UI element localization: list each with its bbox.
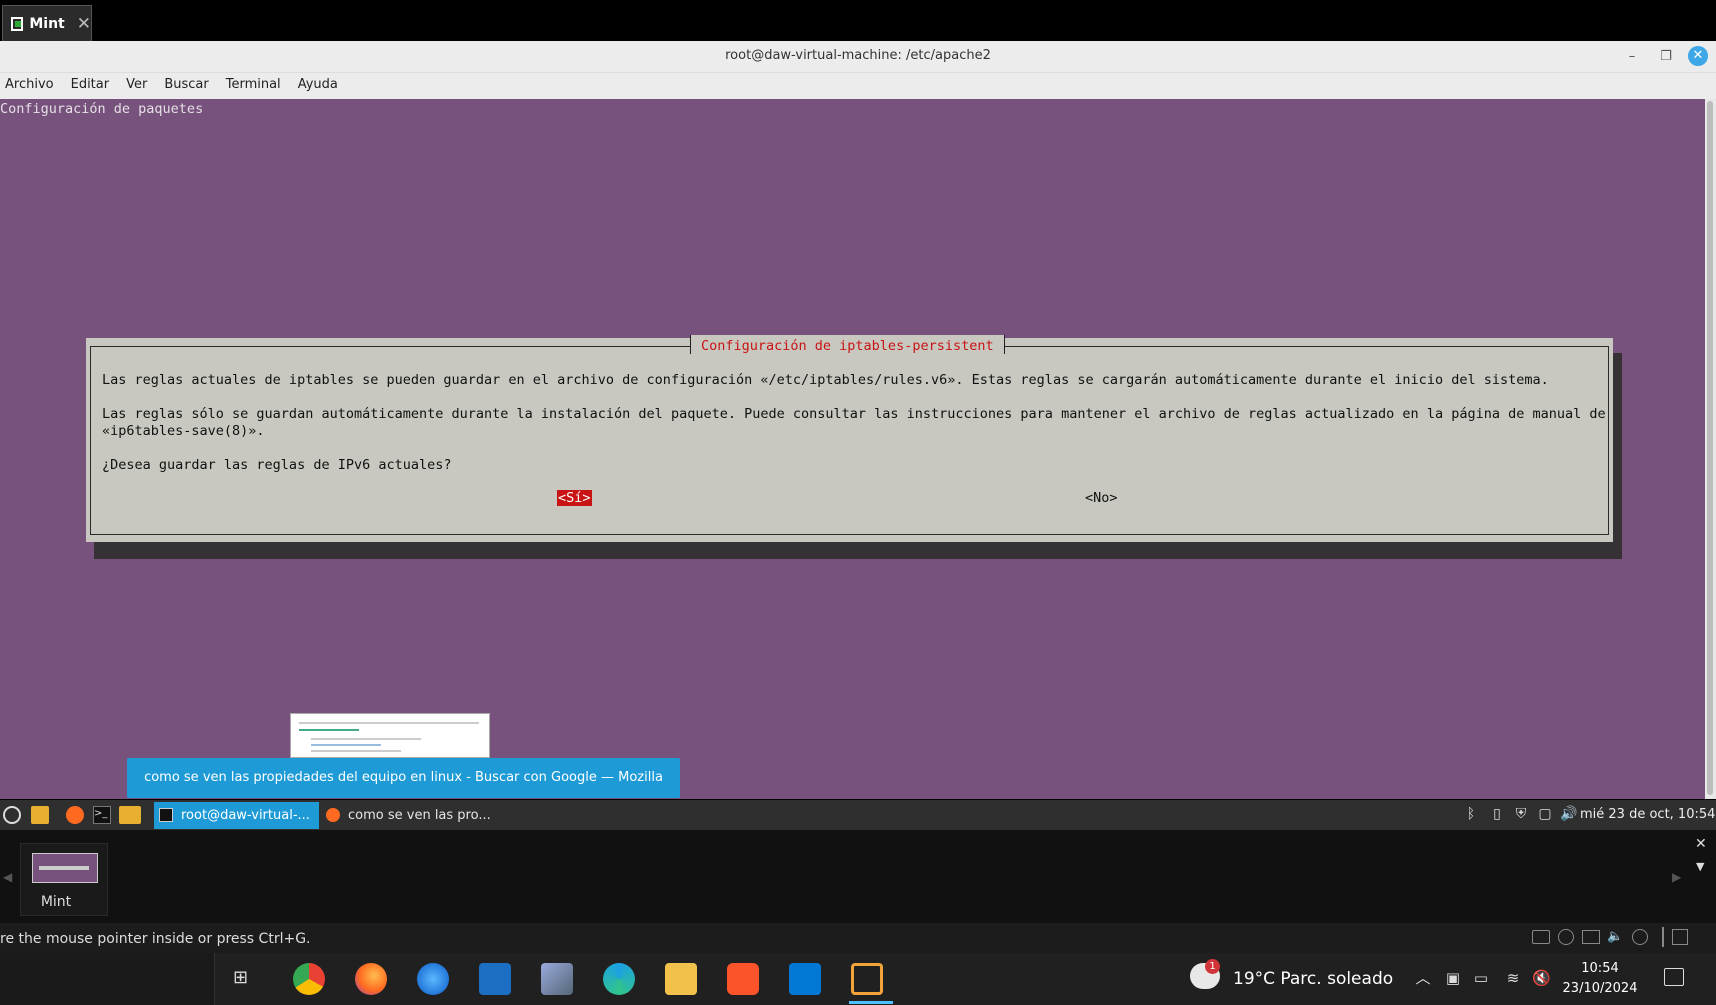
menu-editar[interactable]: Editar [66, 73, 116, 99]
yes-button[interactable]: <Sí> [557, 490, 592, 506]
task-view-icon[interactable]: ⊞ [233, 967, 257, 991]
vm-thumbnail[interactable]: Mint [20, 843, 108, 916]
menu-terminal[interactable]: Terminal [221, 73, 287, 99]
menu-ver[interactable]: Ver [121, 73, 153, 99]
terminal-header: Configuración de paquetes [0, 101, 204, 117]
vm-icon [11, 16, 24, 31]
window-tooltip: como se ven las propiedades del equipo e… [127, 758, 680, 825]
vm-thumbnail-bar [0, 830, 1716, 923]
panel-clock[interactable]: mié 23 de oct, 10:54 [1580, 807, 1715, 822]
terminal-icon[interactable]: >_ [93, 806, 111, 824]
network-icon[interactable] [1582, 930, 1600, 944]
scrollbar-thumb[interactable] [1707, 101, 1713, 795]
windows-clock[interactable]: 10:54 23/10/2024 [1560, 959, 1640, 999]
menu-archivo[interactable]: Archivo [0, 73, 60, 99]
window-preview-thumbnail[interactable] [290, 713, 490, 758]
task-terminal-label: root@daw-virtual-... [181, 808, 310, 823]
minimize-button[interactable]: – [1622, 47, 1642, 67]
dialog-text-1: Las reglas actuales de iptables se puede… [102, 372, 1549, 388]
scrollbar[interactable] [1705, 99, 1716, 799]
chevron-up-icon[interactable]: ︿ [1414, 969, 1432, 987]
divider [1662, 927, 1664, 947]
folder-icon[interactable] [31, 806, 49, 824]
chevron-down-icon[interactable]: ▼ [1696, 860, 1704, 873]
scroll-left-icon[interactable]: ◀ [3, 870, 12, 884]
vm-thumbnail-label: Mint [40, 894, 72, 910]
vmware-icon[interactable] [851, 963, 883, 995]
mail-icon[interactable] [479, 963, 511, 995]
task-firefox-label: como se ven las pro... [348, 808, 491, 823]
weather-badge: 1 [1205, 959, 1220, 974]
vscode-icon[interactable] [789, 963, 821, 995]
vm-thumbnail-image [32, 853, 98, 883]
close-window-button[interactable]: ✕ [1688, 46, 1708, 66]
files-icon[interactable] [119, 806, 141, 824]
message-icon[interactable] [1672, 929, 1688, 945]
active-app-indicator [849, 1001, 893, 1004]
close-icon[interactable]: ✕ [1695, 836, 1707, 852]
taskbar-search[interactable] [0, 953, 215, 1005]
window-titlebar: root@daw-virtual-machine: /etc/apache2 –… [0, 41, 1716, 73]
vm-tab-bar [0, 0, 1716, 41]
menu-buscar[interactable]: Buscar [159, 73, 214, 99]
status-message: re the mouse pointer inside or press Ctr… [0, 931, 311, 947]
clipboard-icon[interactable]: ▯ [1489, 806, 1505, 822]
dialog-text-2: Las reglas sólo se guardan automáticamen… [102, 406, 1606, 422]
display-icon[interactable]: ▢ [1537, 806, 1553, 822]
wifi-icon[interactable]: ≋ [1504, 969, 1522, 987]
firefox-dev-icon[interactable] [417, 963, 449, 995]
maximize-button[interactable]: ❐ [1656, 47, 1676, 67]
task-firefox[interactable]: como se ven las pro... [321, 802, 491, 829]
close-icon[interactable]: ✕ [77, 14, 91, 34]
notepad-icon[interactable] [541, 963, 573, 995]
shield-icon[interactable]: ⛨ [1513, 806, 1529, 822]
firefox-icon [326, 808, 340, 822]
weather-text[interactable]: 19°C Parc. soleado [1233, 969, 1393, 989]
menu-bar: Archivo Editar Ver Buscar Terminal Ayuda [0, 73, 1716, 99]
task-terminal[interactable]: root@daw-virtual-... [154, 802, 319, 829]
brave-icon[interactable] [727, 963, 759, 995]
sound-icon[interactable]: 🔈 [1607, 929, 1623, 944]
scroll-right-icon[interactable]: ▶ [1672, 870, 1681, 884]
chrome-icon[interactable] [293, 963, 325, 995]
terminal-icon [159, 808, 173, 822]
firefox-icon[interactable] [355, 963, 387, 995]
menu-ayuda[interactable]: Ayuda [293, 73, 344, 99]
window-title: root@daw-virtual-machine: /etc/apache2 [725, 48, 991, 63]
volume-icon[interactable]: 🔊 [1560, 806, 1577, 822]
windows-date: 23/10/2024 [1562, 981, 1638, 996]
edge-icon[interactable] [603, 963, 635, 995]
cd-icon[interactable] [1558, 929, 1574, 945]
volume-muted-icon[interactable]: 🔇 [1532, 969, 1551, 987]
no-button[interactable]: <No> [1085, 490, 1118, 506]
battery-icon[interactable]: ▭ [1472, 969, 1490, 987]
meet-icon[interactable]: ▣ [1444, 969, 1462, 987]
bluetooth-icon[interactable]: ᛒ [1463, 806, 1479, 822]
usb-icon[interactable] [1632, 929, 1648, 945]
windows-time: 10:54 [1581, 961, 1619, 976]
dialog-title: Configuración de iptables-persistent [690, 335, 1005, 354]
file-explorer-icon[interactable] [665, 963, 697, 995]
dialog-question: ¿Desea guardar las reglas de IPv6 actual… [102, 457, 452, 473]
notifications-icon[interactable] [1664, 968, 1684, 986]
hard-disk-icon[interactable] [1532, 930, 1550, 944]
firefox-icon[interactable] [66, 806, 84, 824]
vm-tab-label: Mint [29, 15, 65, 32]
mint-menu-icon[interactable] [3, 806, 21, 824]
vm-tab-mint[interactable]: Mint ✕ [2, 5, 92, 41]
vm-status-bar: re the mouse pointer inside or press Ctr… [0, 923, 1716, 953]
dialog-text-3: «ip6tables-save(8)». [102, 423, 265, 439]
